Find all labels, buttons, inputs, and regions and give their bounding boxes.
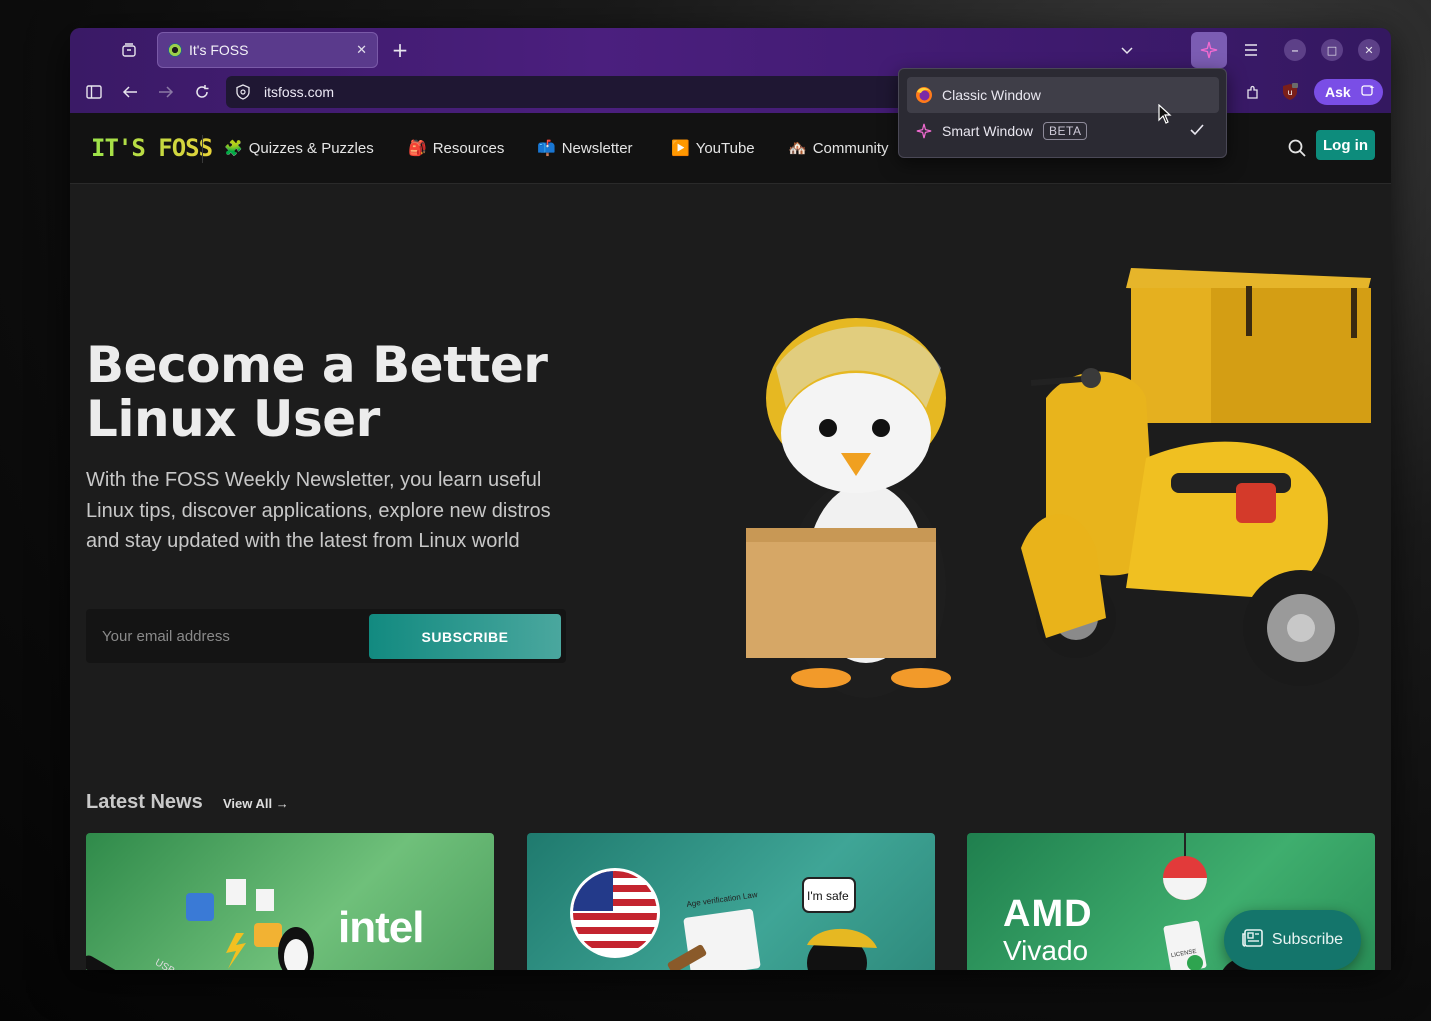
beta-badge: BETA bbox=[1043, 122, 1088, 140]
backpack-icon: 🎒 bbox=[408, 140, 427, 157]
news-card-intel[interactable]: intel USB4 bbox=[86, 833, 494, 970]
ask-button[interactable]: Ask bbox=[1314, 79, 1383, 105]
subscribe-button[interactable]: SUBSCRIBE bbox=[369, 614, 561, 659]
itsfoss-favicon-icon bbox=[168, 43, 182, 57]
view-all-label: View All bbox=[223, 796, 273, 811]
email-field[interactable] bbox=[86, 609, 368, 663]
maximize-button[interactable]: □ bbox=[1321, 39, 1343, 61]
arrow-right-icon: → bbox=[275, 796, 289, 811]
firefox-icon bbox=[915, 86, 933, 104]
nav-quizzes[interactable]: 🧩 Quizzes & Puzzles bbox=[224, 139, 374, 158]
nav-label: Quizzes & Puzzles bbox=[248, 139, 374, 157]
tab-title: It's FOSS bbox=[189, 42, 249, 58]
classic-window-option[interactable]: Classic Window bbox=[907, 77, 1219, 113]
ask-label: Ask bbox=[1325, 84, 1351, 100]
reload-icon[interactable] bbox=[190, 80, 214, 104]
nav-label: Resources bbox=[432, 139, 505, 157]
usb4-intel-illustration bbox=[86, 879, 314, 970]
smart-window-label: Smart Window bbox=[942, 123, 1034, 139]
newspaper-icon bbox=[1242, 928, 1264, 953]
checkmark-icon bbox=[1190, 123, 1204, 139]
nav-resources[interactable]: 🎒 Resources bbox=[408, 139, 505, 158]
mouse-cursor-icon bbox=[1158, 103, 1172, 128]
sidebar-toggle-icon[interactable] bbox=[82, 80, 106, 104]
url-text: itsfoss.com bbox=[264, 84, 335, 100]
window-mode-popup: Classic Window Smart Window BETA bbox=[898, 68, 1227, 158]
play-icon: ▶️ bbox=[671, 140, 690, 157]
nav-label: Community bbox=[812, 139, 889, 157]
floating-subscribe-button[interactable]: Subscribe bbox=[1224, 910, 1361, 970]
tab-close-icon[interactable]: ✕ bbox=[356, 43, 367, 58]
im-safe-bubble: I'm safe bbox=[807, 889, 849, 903]
view-all-link[interactable]: View All → bbox=[223, 796, 289, 811]
classic-window-label: Classic Window bbox=[942, 87, 1041, 103]
ublock-shield-icon[interactable]: u bbox=[1278, 80, 1302, 104]
tab-itsfoss[interactable]: It's FOSS ✕ bbox=[157, 32, 378, 68]
shield-icon[interactable] bbox=[234, 83, 252, 101]
latest-news-heading: Latest News bbox=[86, 791, 203, 813]
intel-logo: intel bbox=[338, 903, 424, 952]
site-logo[interactable]: IT'S FOSS bbox=[91, 134, 213, 162]
smart-window-button[interactable] bbox=[1191, 32, 1227, 68]
close-window-button[interactable]: ✕ bbox=[1358, 39, 1380, 61]
tab-overview-icon[interactable] bbox=[117, 38, 141, 62]
web-page: IT'S FOSS 🧩 Quizzes & Puzzles 🎒 Resource… bbox=[70, 113, 1391, 970]
new-tab-button[interactable]: + bbox=[388, 38, 412, 62]
tab-strip: It's FOSS ✕ + – □ ✕ bbox=[70, 28, 1391, 72]
puzzle-icon: 🧩 bbox=[224, 140, 243, 157]
url-bar[interactable]: itsfoss.com bbox=[226, 76, 946, 108]
sparkle-icon bbox=[915, 122, 933, 140]
ask-sparkle-icon bbox=[1361, 84, 1375, 101]
floating-subscribe-label: Subscribe bbox=[1271, 931, 1344, 948]
subscribe-form: SUBSCRIBE bbox=[86, 609, 566, 663]
forward-arrow-icon[interactable] bbox=[154, 80, 178, 104]
svg-text:u: u bbox=[1287, 88, 1292, 97]
search-icon[interactable] bbox=[1287, 138, 1307, 162]
back-arrow-icon[interactable] bbox=[118, 80, 142, 104]
sparkle-icon bbox=[1200, 41, 1218, 59]
penguin-scooter-illustration bbox=[746, 268, 1371, 698]
menu-icon[interactable] bbox=[1239, 38, 1263, 62]
hero-subtitle: With the FOSS Weekly Newsletter, you lea… bbox=[86, 469, 551, 552]
smart-window-option[interactable]: Smart Window BETA bbox=[907, 113, 1219, 149]
tab-list-chevron-icon[interactable] bbox=[1115, 38, 1139, 62]
login-button[interactable]: Log in bbox=[1316, 130, 1375, 160]
browser-window: It's FOSS ✕ + – □ ✕ itsfoss.com u Ask IT… bbox=[70, 28, 1391, 970]
logo-divider bbox=[202, 135, 203, 163]
nav-newsletter[interactable]: 📫 Newsletter bbox=[537, 139, 633, 158]
extensions-puzzle-icon[interactable] bbox=[1241, 80, 1265, 104]
news-card-age-verification[interactable]: I'm safe Age verification Law bbox=[527, 833, 935, 970]
houses-icon: 🏘️ bbox=[788, 140, 807, 157]
mailbox-icon: 📫 bbox=[537, 140, 556, 157]
minimize-button[interactable]: – bbox=[1284, 39, 1306, 61]
nav-label: Newsletter bbox=[561, 139, 633, 157]
nav-label: YouTube bbox=[695, 139, 755, 157]
nav-youtube[interactable]: ▶️ YouTube bbox=[671, 139, 755, 158]
nav-community[interactable]: 🏘️ Community bbox=[788, 139, 889, 158]
hero-title: Become a Better Linux User bbox=[86, 336, 548, 448]
